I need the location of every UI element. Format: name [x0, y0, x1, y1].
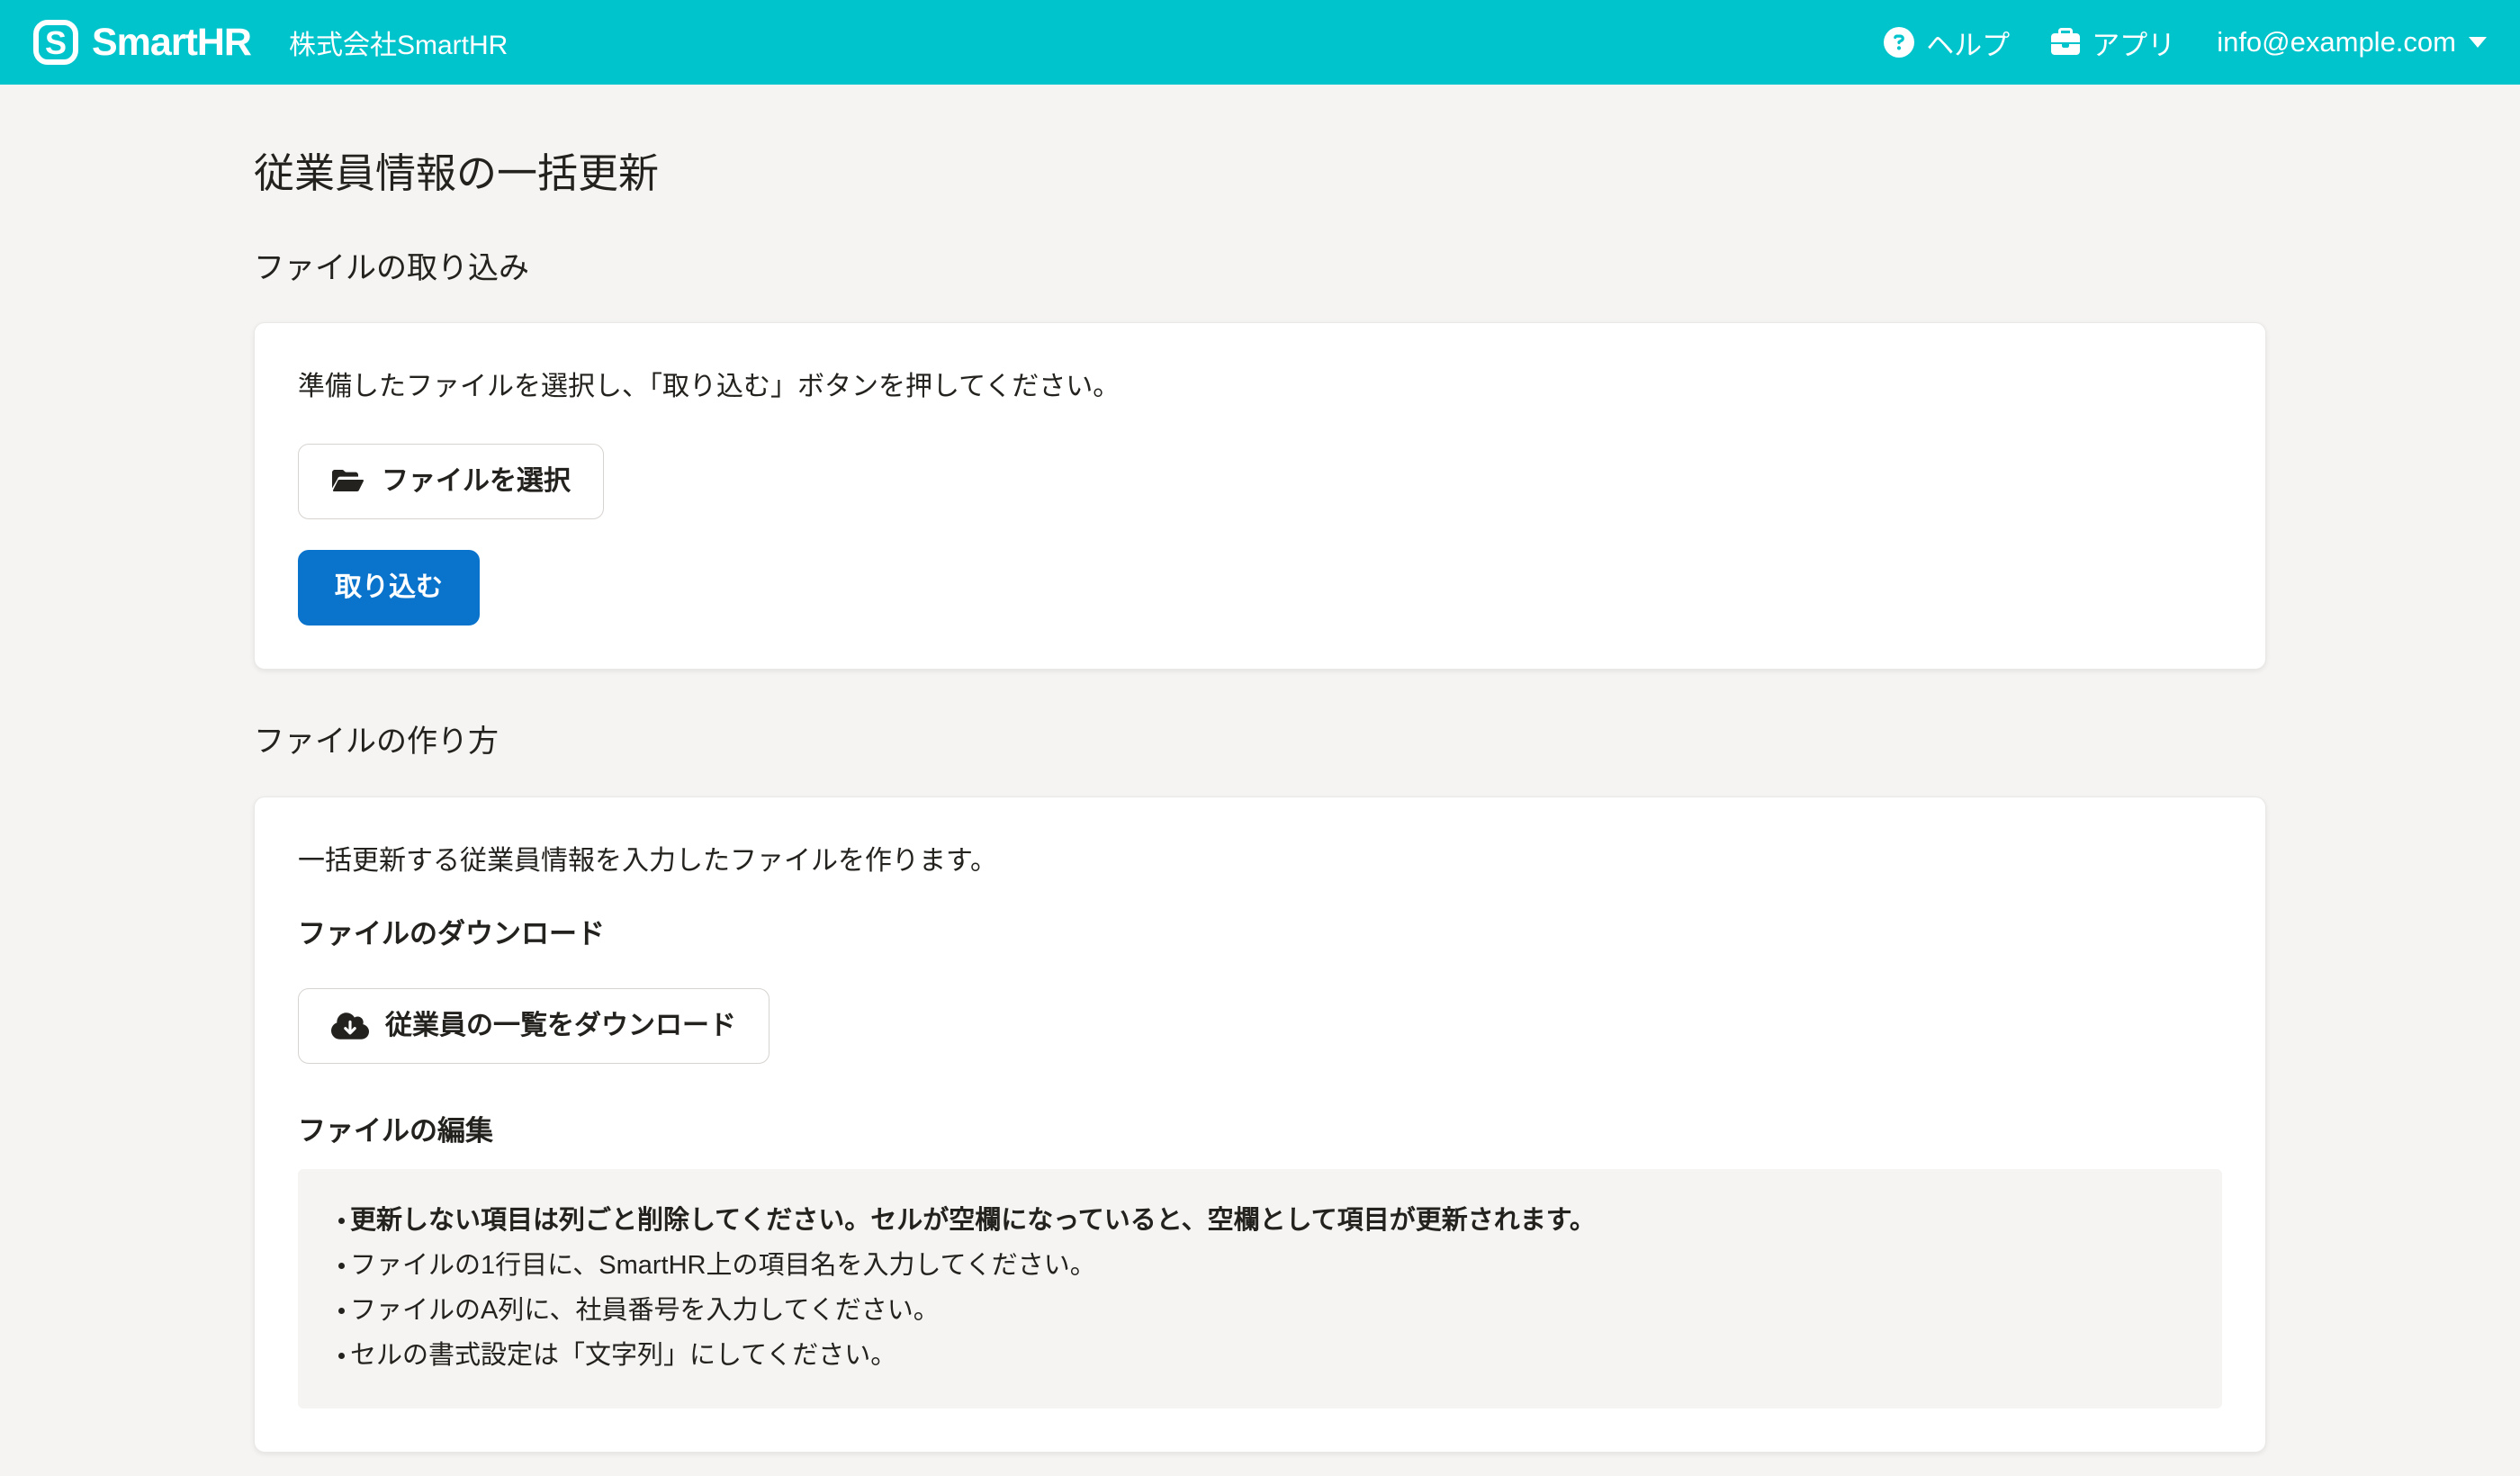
note-item: ファイルの1行目に、SmartHR上の項目名を入力してください。 — [298, 1243, 2179, 1288]
folder-open-icon — [331, 467, 365, 496]
edit-notes-list: 更新しない項目は列ごと削除してください。セルが空欄になっていると、空欄として項目… — [298, 1198, 2179, 1378]
download-employees-button[interactable]: 従業員の一覧をダウンロード — [298, 988, 770, 1064]
note-item: ファイルのA列に、社員番号を入力してください。 — [298, 1288, 2179, 1333]
main-content: 従業員情報の一括更新 ファイルの取り込み 準備したファイルを選択し、「取り込む」… — [254, 151, 2266, 1453]
apps-link[interactable]: アプリ — [2051, 22, 2175, 63]
select-file-button[interactable]: ファイルを選択 — [298, 444, 604, 519]
create-card: 一括更新する従業員情報を入力したファイルを作ります。 ファイルのダウンロード 従… — [254, 796, 2266, 1454]
download-employees-button-label: 従業員の一覧をダウンロード — [385, 1012, 736, 1040]
edit-subheading: ファイルの編集 — [298, 1114, 2222, 1148]
create-section-heading: ファイルの作り方 — [254, 724, 2266, 760]
company-name: 株式会社SmartHR — [289, 22, 508, 62]
note-item: セルの書式設定は「文字列」にしてください。 — [298, 1333, 2179, 1378]
edit-notes-box: 更新しない項目は列ごと削除してください。セルが空欄になっていると、空欄として項目… — [298, 1169, 2222, 1408]
create-description: 一括更新する従業員情報を入力したファイルを作ります。 — [298, 844, 2222, 878]
account-menu[interactable]: info@example.com — [2217, 26, 2488, 58]
smarthr-logo-icon: S — [32, 19, 79, 66]
import-card: 準備したファイルを選択し、「取り込む」ボタンを押してください。 ファイルを選択 … — [254, 322, 2266, 670]
help-label: ヘルプ — [1926, 22, 2010, 63]
brand-name: SmartHR — [92, 21, 251, 65]
help-link[interactable]: ヘルプ — [1884, 22, 2010, 63]
note-item: 更新しない項目は列ごと削除してください。セルが空欄になっていると、空欄として項目… — [298, 1198, 2179, 1243]
account-email: info@example.com — [2217, 26, 2456, 58]
import-section-heading: ファイルの取り込み — [254, 250, 2266, 287]
briefcase-icon — [2051, 28, 2080, 57]
svg-text:S: S — [45, 24, 67, 61]
import-button[interactable]: 取り込む — [298, 550, 480, 626]
download-subheading: ファイルのダウンロード — [298, 917, 2222, 950]
app-header: S SmartHR 株式会社SmartHR ヘルプ アプリ info@examp… — [0, 0, 2520, 85]
help-icon — [1884, 27, 1914, 58]
import-description: 準備したファイルを選択し、「取り込む」ボタンを押してください。 — [298, 370, 2222, 404]
cloud-download-icon — [331, 1011, 369, 1041]
select-file-button-label: ファイルを選択 — [382, 468, 571, 495]
header-nav: ヘルプ アプリ info@example.com — [1884, 22, 2488, 63]
apps-label: アプリ — [2092, 22, 2175, 63]
smarthr-logo[interactable]: S SmartHR — [32, 19, 251, 66]
chevron-down-icon — [2468, 36, 2488, 49]
page-title: 従業員情報の一括更新 — [254, 151, 2266, 196]
